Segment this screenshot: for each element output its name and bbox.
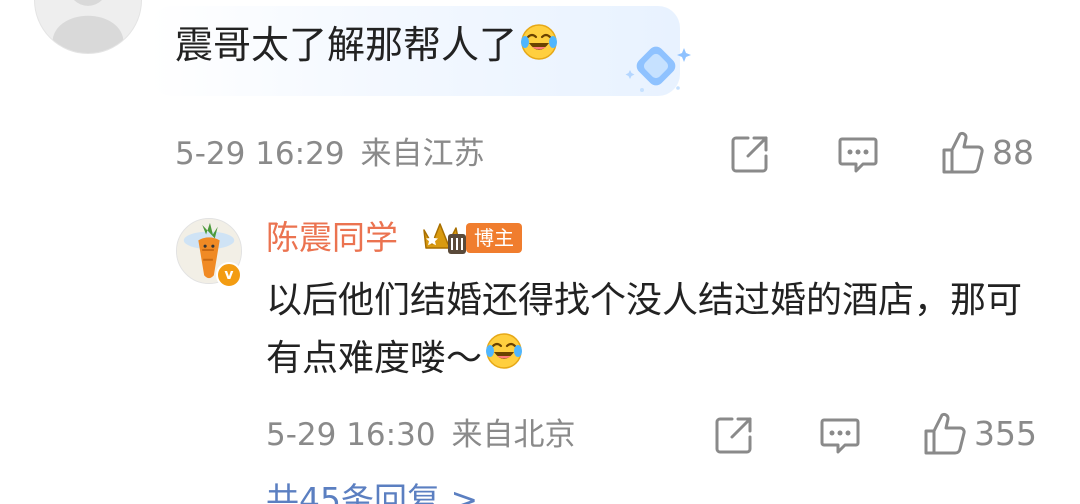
default-user-avatar-icon <box>52 0 124 53</box>
comment-location: 来自江苏 <box>360 136 485 172</box>
comment-text: 震哥太了解那帮人了 <box>175 20 559 70</box>
thumbs-up-icon <box>924 412 966 455</box>
comment-text-content: 震哥太了解那帮人了 <box>175 23 518 67</box>
comment-meta: 5-29 16:29 来自江苏 <box>175 134 485 174</box>
reply-location: 来自北京 <box>451 417 576 453</box>
comment-icon <box>838 137 878 173</box>
reply-text-content: 以后他们结婚还得找个没人结过婚的酒店，那可有点难度喽～ <box>266 280 1023 379</box>
comment-like-button[interactable]: 88 <box>940 130 1034 176</box>
comment-icon <box>820 418 860 454</box>
reply-username[interactable]: 陈震同学 <box>266 216 398 260</box>
reply-like-button[interactable]: 355 <box>922 411 1037 457</box>
reply-reply-button[interactable] <box>818 413 862 457</box>
blue-diamond-sparkle-icon <box>612 42 696 100</box>
laugh-cry-emoji-icon <box>484 331 524 389</box>
laugh-cry-emoji-icon <box>519 22 559 74</box>
blogger-badge: 博主 <box>466 223 522 253</box>
reply-timestamp: 5-29 16:30 <box>266 417 436 453</box>
comment-timestamp: 5-29 16:29 <box>175 136 345 172</box>
verified-v-icon: v <box>216 262 242 288</box>
share-icon <box>731 136 768 173</box>
crown-level-icon <box>420 218 470 258</box>
comment-reply-button[interactable] <box>836 132 880 176</box>
more-replies-link[interactable]: 共45条回复 > <box>266 478 478 504</box>
share-icon <box>715 417 752 454</box>
commenter-avatar[interactable] <box>34 0 142 54</box>
comment-share-button[interactable] <box>728 132 772 176</box>
reply-meta: 5-29 16:30 来自北京 <box>266 415 576 455</box>
comment-like-count: 88 <box>992 133 1034 172</box>
reply-like-count: 355 <box>974 414 1037 453</box>
reply-text: 以后他们结婚还得找个没人结过婚的酒店，那可有点难度喽～ <box>266 272 1026 389</box>
thumbs-up-icon <box>942 131 984 174</box>
reply-share-button[interactable] <box>712 413 756 457</box>
